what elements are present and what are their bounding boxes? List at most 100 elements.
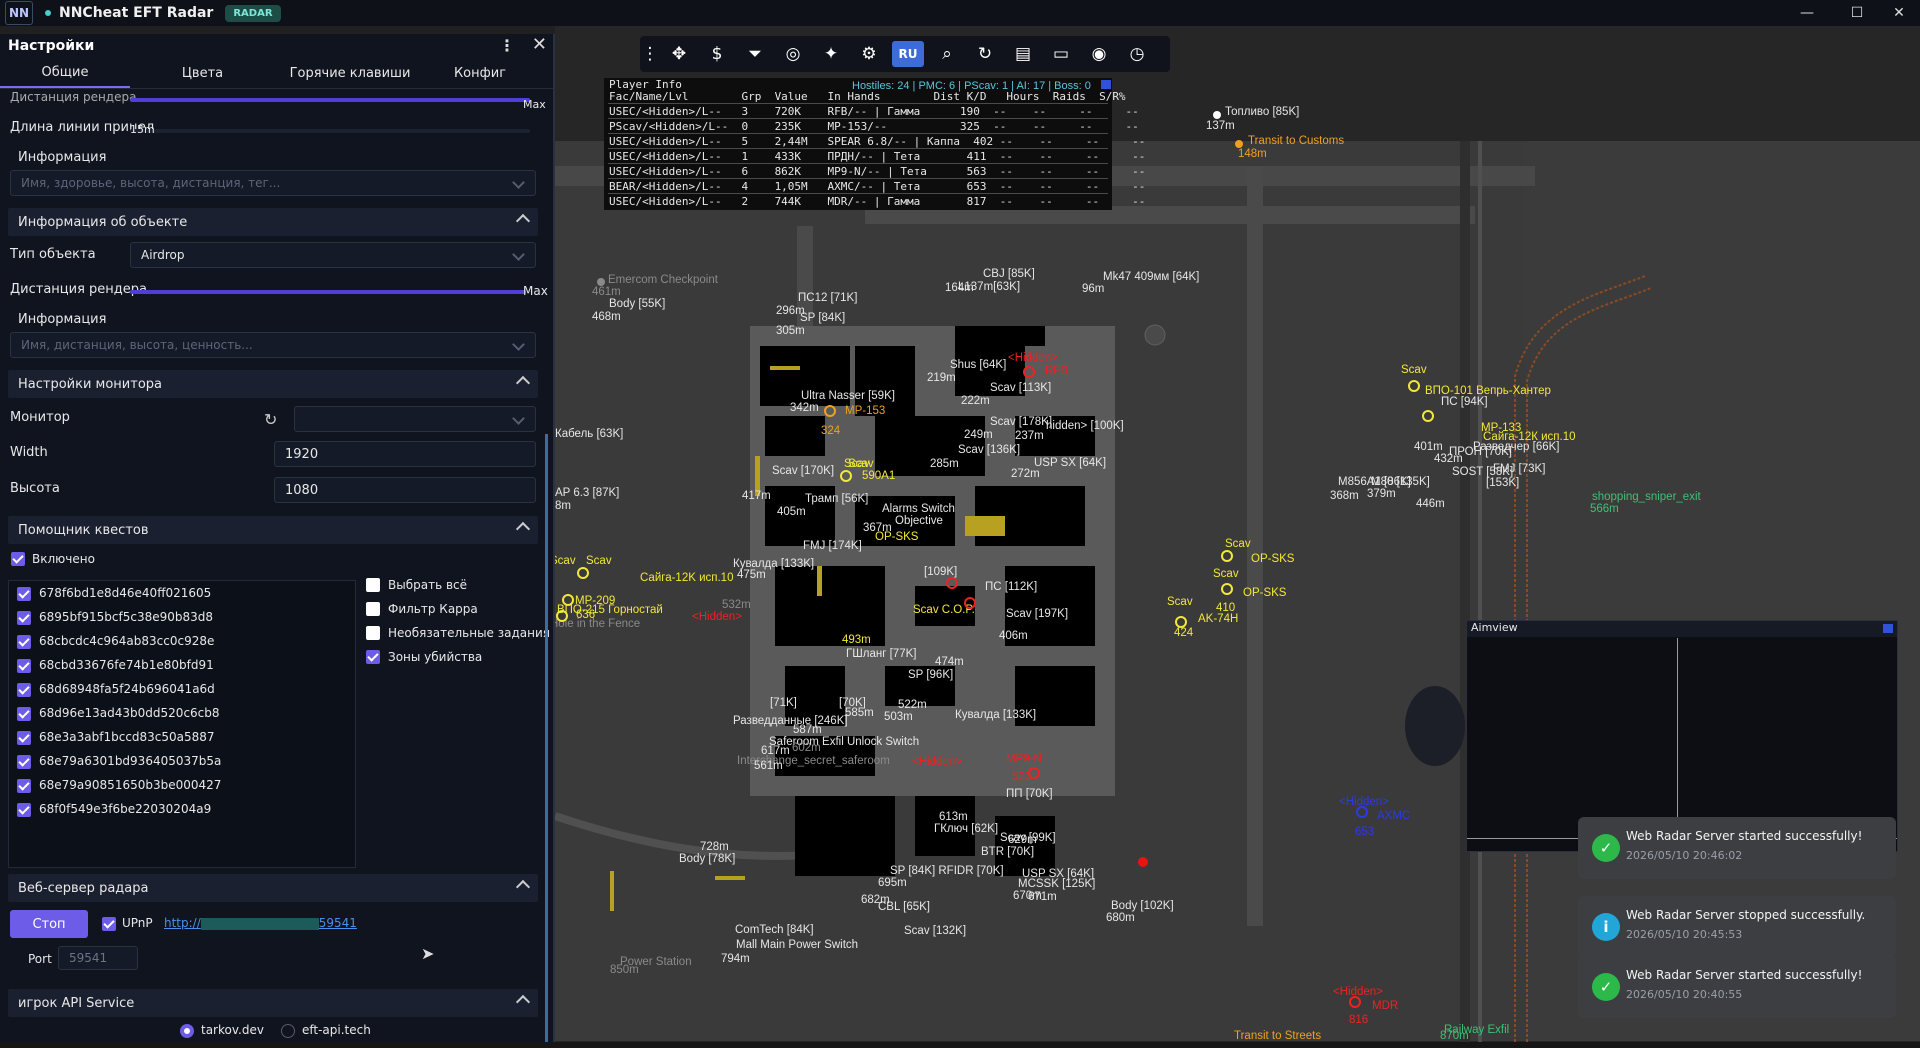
quest-checkbox[interactable] [17,635,31,649]
toast-notification[interactable]: ✓ Web Radar Server started successfully!… [1578,956,1896,1018]
quest-id: 68e79a6301bd936405037b5a [39,754,222,768]
list-item[interactable]: 68cbd33676fe74b1e80bfd91 [17,655,347,679]
quest-checkbox[interactable] [17,587,31,601]
gear-icon[interactable]: ⚙ [850,36,888,72]
list-item[interactable]: 68d96e13ad43b0dd520c6cb8 [17,703,347,727]
tab-config[interactable]: Конфиг [425,60,535,87]
eye-icon[interactable]: ◉ [1080,36,1118,72]
enemy-marker-icon[interactable] [1023,366,1035,378]
collapse-icon[interactable] [1101,80,1111,89]
scav-marker-icon[interactable] [1175,616,1187,628]
maximize-button[interactable]: ☐ [1835,0,1879,26]
close-icon[interactable]: ✕ [532,34,547,55]
settings-header[interactable]: Настройки ⋮ ✕ [0,34,553,58]
toast-notification[interactable]: ✓ Web Radar Server started successfully!… [1578,817,1896,879]
refresh-icon[interactable]: ↻ [966,36,1004,72]
list-item[interactable]: 68e79a90851650b3be000427 [17,775,347,799]
kill-zones-checkbox[interactable] [366,650,380,664]
scav-marker-icon[interactable] [577,567,589,579]
aimview-minimize-icon[interactable] [1883,624,1893,633]
quest-checkbox[interactable] [17,683,31,697]
monitor-select[interactable] [294,406,536,432]
list-item[interactable]: 6895bf915bcf5c38e90b83d8 [17,607,347,631]
port-input[interactable]: 59541 [58,946,138,970]
search-icon[interactable]: ⌕ [928,36,966,72]
loot-marker-icon[interactable] [1213,111,1221,119]
crosshair-icon[interactable]: ✥ [660,36,698,72]
optional-quests-checkbox[interactable] [366,626,380,640]
quest-helper-section[interactable]: Помощник квестов [8,516,538,544]
object-render-distance-slider[interactable] [130,290,526,294]
render-distance-slider[interactable] [130,98,530,102]
enemy-marker-icon[interactable] [946,577,958,589]
scav-marker-icon[interactable] [840,470,852,482]
pscav-marker-icon[interactable] [824,405,836,417]
webserver-section[interactable]: Веб-сервер радара [8,874,538,902]
dollar-icon[interactable]: $ [698,36,736,72]
map-icon[interactable]: ▤ [1004,36,1042,72]
list-item[interactable]: 68f0f549e3f6be22030204a9 [17,799,347,823]
tab-hotkeys[interactable]: Горячие клавиши [275,60,425,87]
kappa-filter-checkbox[interactable] [366,602,380,616]
object-info-section[interactable]: Информация об объекте [8,208,538,236]
line-length-slider[interactable] [130,129,530,133]
magic-wand-icon[interactable]: ✦ [812,36,850,72]
quest-list[interactable]: 678f6bd1e8d46e40ff021605 6895bf915bcf5c3… [8,580,356,868]
monitor-section[interactable]: Настройки монитора [8,370,538,398]
radio-tarkov-dev[interactable] [180,1024,194,1038]
list-item[interactable]: 68e79a6301bd936405037b5a [17,751,347,775]
tab-colors[interactable]: Цвета [130,60,275,87]
friendly-marker-icon[interactable] [1356,806,1368,818]
tab-general[interactable]: Общие [0,59,130,88]
glasses-icon[interactable]: ◎ [774,36,812,72]
stop-button[interactable]: Стоп [10,910,88,938]
toast-notification[interactable]: i Web Radar Server stopped successfully.… [1578,896,1896,958]
width-input[interactable]: 1920 [274,441,536,467]
list-item[interactable]: 678f6bd1e8d46e40ff021605 [17,583,347,607]
archive-icon[interactable]: ▭ [1042,36,1080,72]
quest-checkbox[interactable] [17,803,31,817]
enemy-marker-icon[interactable] [1028,767,1040,779]
close-window-button[interactable]: ✕ [1877,0,1920,26]
object-info-select[interactable]: Имя, дистанция, высота, ценность... [10,332,536,358]
quest-checkbox[interactable] [17,779,31,793]
api-service-section[interactable]: игрок API Service [8,989,538,1017]
scav-marker-icon[interactable] [1408,380,1420,392]
object-type-select[interactable]: Airdrop [130,242,536,268]
list-item[interactable]: 68d68948fa5f24b696041a6d [17,679,347,703]
scav-marker-icon[interactable] [1221,550,1233,562]
panel-scrollbar[interactable] [545,434,548,1042]
list-item[interactable]: 68e3a3abf1bccd83c50a5887 [17,727,347,751]
radio-eft-api[interactable] [281,1024,295,1038]
enemy-marker-icon[interactable] [1349,996,1361,1008]
quest-checkbox[interactable] [17,731,31,745]
refresh-icon[interactable]: ↻ [264,410,277,429]
clock-icon[interactable]: ◷ [1118,36,1156,72]
drag-handle-icon[interactable]: ⋮ [640,36,660,72]
scav-marker-icon[interactable] [562,594,574,606]
exfil-marker-icon[interactable] [1235,140,1243,148]
select-all-checkbox[interactable] [366,578,380,592]
minimize-button[interactable]: — [1785,0,1829,26]
list-item[interactable]: 68cbcdc4c964ab83cc0c928e [17,631,347,655]
aimview-header[interactable]: Aimview [1467,621,1897,637]
height-input[interactable]: 1080 [274,477,536,503]
quest-enabled-checkbox[interactable] [11,552,25,566]
map-label: 342m [790,402,819,414]
filter-icon[interactable]: ⏷ [736,36,774,72]
scav-marker-icon[interactable] [1221,583,1233,595]
scav-marker-icon[interactable] [556,610,568,622]
quest-checkbox[interactable] [17,611,31,625]
enemy-marker-icon[interactable] [964,597,976,609]
info-select[interactable]: Имя, здоровье, высота, дистанция, тег... [10,170,536,196]
scav-marker-icon[interactable] [1422,410,1434,422]
server-url-link[interactable]: http:// 59541 [164,916,357,930]
self-marker-icon[interactable] [1138,857,1148,867]
quest-checkbox[interactable] [17,755,31,769]
exfil-marker-icon[interactable] [597,278,605,286]
quest-checkbox[interactable] [17,659,31,673]
upnp-checkbox[interactable] [102,917,116,931]
more-options-icon[interactable]: ⋮ [499,36,515,55]
quest-checkbox[interactable] [17,707,31,721]
language-button[interactable]: RU [892,41,924,67]
